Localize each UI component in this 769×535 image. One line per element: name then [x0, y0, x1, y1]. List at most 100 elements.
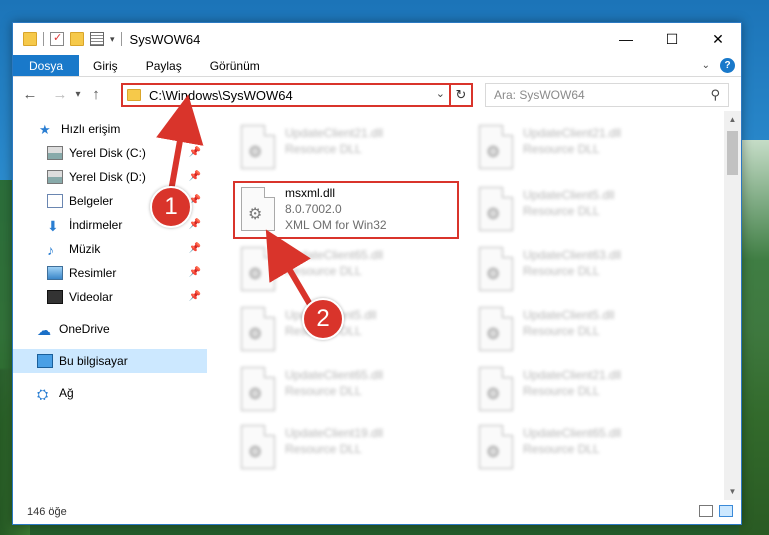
- sidebar-item-videos[interactable]: Videolar 📌: [13, 285, 207, 309]
- star-icon: ★: [39, 122, 51, 137]
- pin-icon[interactable]: 📌: [189, 291, 201, 302]
- list-item[interactable]: ⚙ UpdateClient65.dll Resource DLL: [237, 363, 457, 419]
- ribbon-tabs: Dosya Giriş Paylaş Görünüm ⌄ ?: [13, 55, 741, 77]
- sidebar-item-drive-d[interactable]: Yerel Disk (D:) 📌: [13, 165, 207, 189]
- list-item[interactable]: ⚙ UpdateClient63.dll Resource DLL: [475, 243, 695, 299]
- file-description: Resource DLL: [523, 264, 600, 278]
- list-item[interactable]: ⚙ UpdateClient21.dll Resource DLL: [475, 363, 695, 419]
- properties-check-icon[interactable]: [50, 31, 64, 46]
- network-icon: ⛭: [37, 386, 49, 402]
- scroll-down-arrow-icon[interactable]: ▼: [724, 483, 741, 500]
- maximize-button[interactable]: ☐: [649, 23, 695, 55]
- vertical-scrollbar[interactable]: ▲ ▼: [724, 111, 741, 500]
- new-folder-icon[interactable]: [70, 32, 84, 46]
- list-item[interactable]: ⚙ UpdateClient5.dll Resource DLL: [475, 303, 695, 359]
- file-list: ⚙ UpdateClient21.dll Resource DLL ⚙ msxml…: [207, 111, 741, 500]
- dll-file-icon: ⚙: [479, 247, 513, 291]
- divider: [120, 32, 122, 46]
- dll-file-icon: ⚙: [479, 425, 513, 469]
- pin-icon[interactable]: 📌: [189, 267, 201, 278]
- dll-file-icon: ⚙: [479, 307, 513, 351]
- drive-icon: [47, 170, 63, 184]
- address-dropdown-chevron-icon[interactable]: ⌄: [436, 87, 445, 100]
- tab-share[interactable]: Paylaş: [132, 55, 196, 76]
- list-item[interactable]: ⚙ UpdateClient19.dll Resource DLL: [237, 421, 457, 477]
- up-button[interactable]: ↑: [85, 86, 107, 103]
- sidebar-item-label: Belgeler: [69, 194, 114, 208]
- refresh-button[interactable]: ↻: [449, 85, 471, 105]
- dll-file-icon: ⚙: [241, 425, 275, 469]
- pin-icon[interactable]: 📌: [189, 147, 201, 158]
- gear-icon: ⚙: [248, 326, 263, 343]
- details-view-icon[interactable]: [699, 505, 713, 517]
- search-input[interactable]: Ara: SysWOW64 ⚲: [485, 83, 729, 107]
- file-name: UpdateClient21.dll: [523, 368, 622, 382]
- scrollbar-thumb[interactable]: [727, 131, 738, 175]
- tab-home[interactable]: Giriş: [79, 55, 132, 76]
- back-button[interactable]: ←: [19, 86, 41, 103]
- search-placeholder: Ara: SysWOW64: [494, 88, 585, 102]
- list-item[interactable]: ⚙ UpdateClient21.dll Resource DLL: [237, 121, 457, 177]
- file-name: UpdateClient63.dll: [523, 248, 622, 262]
- sidebar-item-pictures[interactable]: Resimler 📌: [13, 261, 207, 285]
- sidebar-item-onedrive[interactable]: ☁ OneDrive: [13, 317, 207, 341]
- file-name: UpdateClient65.dll: [523, 426, 622, 440]
- search-icon[interactable]: ⚲: [710, 87, 720, 103]
- sidebar-item-quick-access[interactable]: ★ Hızlı erişim: [13, 117, 207, 141]
- explorer-window: ▾ SysWOW64 — ☐ ✕ Dosya Giriş Paylaş Görü…: [12, 22, 742, 525]
- expand-ribbon-chevron-icon[interactable]: ⌄: [702, 60, 710, 71]
- file-description: Resource DLL: [523, 384, 600, 398]
- forward-button[interactable]: →: [49, 86, 71, 103]
- sidebar-item-label: Yerel Disk (C:): [69, 146, 146, 160]
- properties-icon[interactable]: [90, 32, 104, 46]
- scroll-up-arrow-icon[interactable]: ▲: [724, 111, 741, 128]
- sidebar-item-label: Ağ: [59, 386, 74, 400]
- dll-file-icon: ⚙: [241, 247, 275, 291]
- file-name: UpdateClient5.dll: [523, 188, 615, 202]
- customize-toolbar-chevron-icon[interactable]: ▾: [110, 34, 115, 45]
- list-item[interactable]: ⚙ UpdateClient65.dll Resource DLL: [475, 421, 695, 477]
- minimize-button[interactable]: —: [603, 23, 649, 55]
- sidebar-item-drive-c[interactable]: Yerel Disk (C:) 📌: [13, 141, 207, 165]
- dll-file-icon: ⚙: [241, 307, 275, 351]
- recent-locations-chevron-icon[interactable]: ▾: [71, 89, 85, 100]
- list-item[interactable]: ⚙ UpdateClient21.dll Resource DLL: [475, 121, 695, 177]
- item-count: 146 öğe: [27, 506, 67, 518]
- status-bar: 146 öğe: [13, 500, 741, 524]
- gear-icon: ⚙: [486, 144, 501, 161]
- help-icon[interactable]: ?: [720, 58, 735, 73]
- list-item[interactable]: ⚙ UpdateClient5.dllResource DLL: [475, 183, 695, 239]
- dll-file-icon: ⚙: [241, 125, 275, 169]
- computer-icon: [37, 354, 53, 368]
- tab-file[interactable]: Dosya: [13, 55, 80, 76]
- sidebar-item-this-pc[interactable]: Bu bilgisayar: [13, 349, 207, 373]
- title-bar: ▾ SysWOW64 — ☐ ✕: [13, 23, 741, 55]
- window-controls: — ☐ ✕: [603, 23, 741, 55]
- address-path[interactable]: C:\Windows\SysWOW64: [149, 88, 293, 103]
- list-item[interactable]: ⚙ UpdateClient65.dll Resource DLL: [237, 243, 457, 299]
- sidebar-item-label: Yerel Disk (D:): [69, 170, 146, 184]
- file-description: Resource DLL: [523, 324, 600, 338]
- quick-access-toolbar: ▾: [13, 23, 122, 55]
- tab-view[interactable]: Görünüm: [196, 55, 274, 76]
- close-button[interactable]: ✕: [695, 23, 741, 55]
- dll-file-icon: ⚙: [241, 367, 275, 411]
- address-bar[interactable]: C:\Windows\SysWOW64 ⌄ ↻: [121, 83, 473, 107]
- tiles-view-icon[interactable]: [719, 505, 733, 517]
- gear-icon: ⚙: [486, 206, 501, 223]
- sidebar-item-music[interactable]: ♪ Müzik 📌: [13, 237, 207, 261]
- sidebar-item-network[interactable]: ⛭ Ağ: [13, 381, 207, 405]
- file-name: UpdateClient5.dll: [523, 308, 615, 322]
- gear-icon: ⚙: [486, 444, 501, 461]
- pin-icon[interactable]: 📌: [189, 243, 201, 254]
- pin-icon[interactable]: 📌: [189, 171, 201, 182]
- pin-icon[interactable]: 📌: [189, 219, 201, 230]
- file-description: Resource DLL: [285, 442, 362, 456]
- file-description: Resource DLL: [285, 384, 362, 398]
- gear-icon: ⚙: [248, 144, 263, 161]
- sidebar-item-label: Müzik: [69, 242, 101, 256]
- documents-icon: [47, 194, 63, 208]
- list-item[interactable]: ⚙ UpdateClient5.dllResource DLL: [237, 303, 457, 359]
